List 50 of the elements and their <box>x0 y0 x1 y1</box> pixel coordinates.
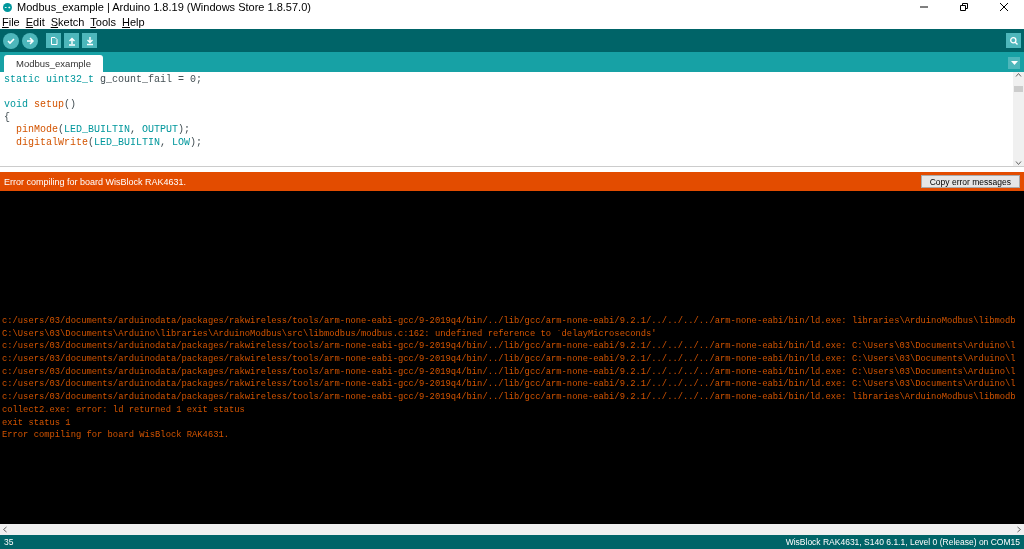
new-button[interactable] <box>46 33 61 48</box>
console-line: c:/users/03/documents/arduinodata/packages/rakwireless/tools/arm-none-eabi-gcc/9-2019q4/bin/../lib/gcc/arm-none-eabi/9.2.1/../../../../arm-none-eabi/bin/ld.exe: libraries\ArduinoModbus\libmodb <box>2 314 1017 328</box>
scroll-right-icon <box>1016 526 1022 533</box>
code-line: { <box>4 111 10 123</box>
upload-button[interactable] <box>22 32 38 49</box>
arrow-up-icon <box>66 35 77 46</box>
scroll-up-icon <box>1015 72 1022 78</box>
menu-item[interactable]: Help <box>122 15 145 28</box>
code-line: pinMode(LED_BUILTIN, OUTPUT); <box>15 124 191 135</box>
code-line: void setup() <box>4 99 77 110</box>
checkmark-icon <box>6 35 16 46</box>
restore-icon <box>959 2 969 12</box>
console-line: C:\Users\03\Documents\Arduino\libraries\ArduinoModbus\src\libmodbus/modbus.c:162: undefined reference to `delayMicroseconds' <box>2 327 658 341</box>
console-line: exit status 1 <box>2 416 72 430</box>
menu-item[interactable]: Sketch <box>50 15 85 28</box>
window-title: Modbus_example | Arduino 1.8.19 (Windows Store 1.8.57.0) <box>17 1 312 13</box>
code-line: digitalWrite(LED_BUILTIN, LOW); <box>15 136 203 148</box>
console-line: Error compiling for board WisBlock RAK4631. <box>2 429 230 442</box>
scroll-left-icon <box>2 526 8 533</box>
error-message: Error compiling for board WisBlock RAK4631. <box>4 176 187 187</box>
menu-item[interactable]: Tools <box>90 15 117 28</box>
caret-icon <box>1010 60 1018 66</box>
horizontal-scrollbar[interactable] <box>0 524 1024 535</box>
copy-error-messages-button[interactable]: Copy error messages <box>920 175 1020 188</box>
serial-monitor-button[interactable] <box>1006 33 1021 48</box>
code-editor[interactable]: static uint32_t g_count_fail = 0; void setup() { pinMode(LED_BUILTIN, OUTPUT); digitalWrite(LED_BUILTIN, LOW); <box>0 72 1013 166</box>
console-line: c:/users/03/documents/arduinodata/packages/rakwireless/tools/arm-none-eabi-gcc/9-2019q4/bin/../lib/gcc/arm-none-eabi/9.2.1/../../../../arm-none-eabi/bin/ld.exe: C:\Users\03\Documents\Arduino\l <box>2 378 1017 392</box>
line-number: 35 <box>4 537 14 547</box>
open-button[interactable] <box>64 33 79 48</box>
code-line: static uint32_t g_count_fail = 0; <box>4 74 203 85</box>
save-button[interactable] <box>82 33 97 48</box>
console-line: c:/users/03/documents/arduinodata/packages/rakwireless/tools/arm-none-eabi-gcc/9-2019q4/bin/../lib/gcc/arm-none-eabi/9.2.1/../../../../arm-none-eabi/bin/ld.exe: C:\Users\03\Documents\Arduino\l <box>2 340 1017 354</box>
menu-item[interactable]: Edit <box>25 15 45 28</box>
arrow-right-icon <box>25 35 35 46</box>
menu-item[interactable]: File <box>2 15 20 28</box>
close-icon <box>999 2 1009 12</box>
board-info: WisBlock RAK4631, S140 6.1.1, Level 0 (Release) on COM15 <box>785 537 1020 547</box>
console-line: c:/users/03/documents/arduinodata/packages/rakwireless/tools/arm-none-eabi-gcc/9-2019q4/bin/../lib/gcc/arm-none-eabi/9.2.1/../../../../arm-none-eabi/bin/ld.exe: libraries\ArduinoModbus\libmodb <box>2 391 1017 404</box>
document-icon <box>48 35 59 46</box>
vertical-scrollbar[interactable] <box>1013 72 1024 166</box>
arrow-down-icon <box>84 35 95 46</box>
tab-menu-button[interactable] <box>1008 57 1020 69</box>
console-line: c:/users/03/documents/arduinodata/packages/rakwireless/tools/arm-none-eabi-gcc/9-2019q4/bin/../lib/gcc/arm-none-eabi/9.2.1/../../../../arm-none-eabi/bin/ld.exe: C:\Users\03\Documents\Arduino\l <box>2 353 1017 366</box>
scroll-down-icon <box>1015 160 1022 166</box>
scroll-thumb[interactable] <box>1014 86 1023 92</box>
console-line: collect2.exe: error: ld returned 1 exit status <box>2 403 246 417</box>
console-line: c:/users/03/documents/arduinodata/packages/rakwireless/tools/arm-none-eabi-gcc/9-2019q4/bin/../lib/gcc/arm-none-eabi/9.2.1/../../../../arm-none-eabi/bin/ld.exe: C:\Users\03\Documents\Arduino\l <box>2 365 1017 379</box>
search-icon <box>1008 35 1019 46</box>
verify-button[interactable] <box>3 32 19 49</box>
sketch-tab[interactable]: Modbus_example <box>4 55 103 72</box>
